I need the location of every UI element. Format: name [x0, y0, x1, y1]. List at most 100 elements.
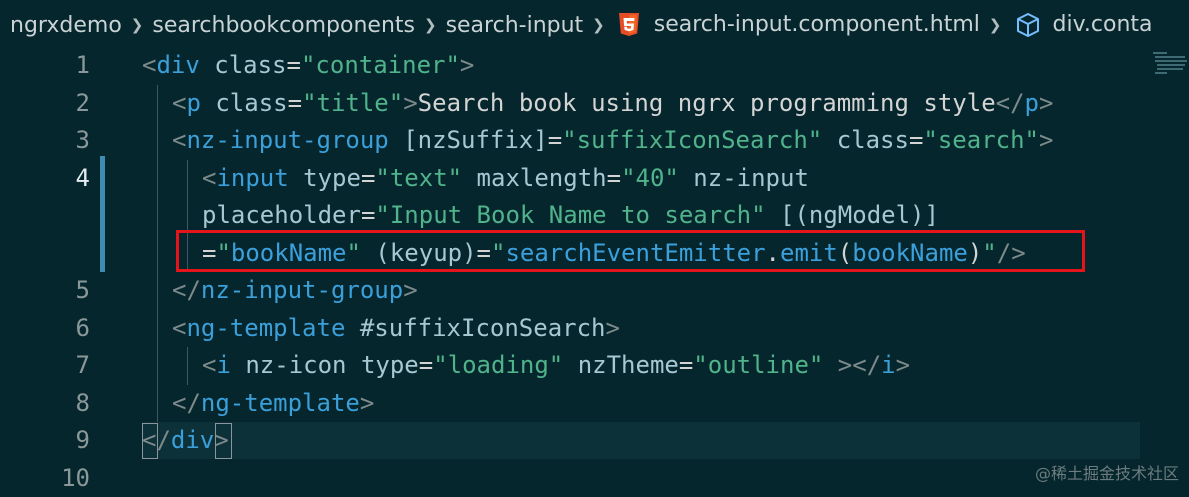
- code-token: >: [896, 351, 910, 379]
- code-line[interactable]: <div class="container">: [142, 47, 474, 85]
- code-token: [(ngModel)]: [766, 201, 939, 229]
- code-token: <: [172, 89, 186, 117]
- code-token: <: [172, 314, 186, 342]
- code-token: >: [606, 314, 620, 342]
- code-token: <: [202, 164, 216, 192]
- code-line[interactable]: <nz-input-group [nzSuffix]="suffixIconSe…: [172, 122, 1053, 160]
- code-line[interactable]: <p class="title">Search book using ngrx …: [172, 85, 1053, 123]
- highlight-annotation-box: [176, 230, 1085, 272]
- code-token: Search book using ngrx programming style: [418, 89, 996, 117]
- code-token: </: [996, 89, 1025, 117]
- code-token: "Input Book Name to search": [375, 201, 765, 229]
- code-line[interactable]: <ng-template #suffixIconSearch>: [172, 310, 620, 348]
- breadcrumb-label: search-input: [446, 13, 584, 38]
- minimap-line: [1155, 72, 1167, 74]
- code-token: </: [172, 276, 201, 304]
- code-token: =: [361, 164, 375, 192]
- code-token: "title": [302, 89, 403, 117]
- minimap-line: [1155, 56, 1185, 58]
- chevron-right-icon: ❯: [592, 16, 605, 34]
- breadcrumb-item[interactable]: search-input.component.html: [614, 12, 980, 38]
- breadcrumb-item[interactable]: searchbookcomponents: [152, 13, 415, 38]
- code-token: "search": [923, 126, 1039, 154]
- line-number-gutter: 12345678910: [0, 50, 100, 490]
- line-number: [0, 235, 90, 273]
- code-token: >: [460, 51, 474, 79]
- code-token: >: [403, 89, 417, 117]
- code-token: "outline": [693, 351, 823, 379]
- code-editor[interactable]: 12345678910 <div class="container"><p cl…: [0, 50, 1189, 490]
- code-token: placeholder: [202, 201, 361, 229]
- code-token: class: [200, 51, 287, 79]
- indent-guide: [187, 347, 188, 385]
- code-token: >: [403, 276, 417, 304]
- code-token: class: [201, 89, 288, 117]
- code-token: </: [172, 389, 201, 417]
- code-token: type: [289, 164, 361, 192]
- minimap-line: [1153, 52, 1167, 54]
- cube-icon: [1015, 12, 1041, 38]
- code-line[interactable]: <i nz-icon type="loading" nzTheme="outli…: [202, 347, 910, 385]
- indent-guide: [157, 85, 158, 423]
- minimap-line: [1155, 60, 1187, 62]
- code-line[interactable]: </nz-input-group>: [172, 272, 418, 310]
- line-number: 5: [0, 272, 90, 310]
- chevron-right-icon: ❯: [424, 16, 437, 34]
- code-token: <: [202, 351, 216, 379]
- code-token: nz-icon type: [231, 351, 419, 379]
- code-token: nzTheme: [563, 351, 679, 379]
- code-token: "suffixIconSearch": [562, 126, 822, 154]
- breadcrumb-item[interactable]: search-input: [446, 13, 584, 38]
- line-number: 9: [0, 422, 90, 460]
- matching-bracket-close: [215, 423, 232, 459]
- breadcrumb-label: div.conta: [1053, 12, 1153, 37]
- breadcrumb: ngrxdemo ❯ searchbookcomponents ❯ search-inp…: [0, 0, 1189, 50]
- code-line[interactable]: placeholder="Input Book Name to search" …: [202, 197, 939, 235]
- code-line[interactable]: </ng-template>: [172, 385, 374, 423]
- code-token: =: [419, 351, 433, 379]
- line-number: 3: [0, 122, 90, 160]
- code-token: "container": [301, 51, 460, 79]
- code-token: =: [287, 51, 301, 79]
- current-line-highlight: [142, 422, 1140, 459]
- html5-icon: [618, 12, 640, 38]
- code-token: ng-template: [201, 389, 360, 417]
- minimap-line: [1157, 64, 1185, 66]
- minimap[interactable]: [1150, 50, 1189, 90]
- code-token: ng-template: [186, 314, 345, 342]
- line-number: 1: [0, 47, 90, 85]
- code-token: class: [822, 126, 909, 154]
- chevron-right-icon: ❯: [131, 16, 144, 34]
- code-token: div: [171, 426, 214, 454]
- breadcrumb-item[interactable]: div.conta: [1011, 12, 1153, 38]
- code-token: #suffixIconSearch: [345, 314, 605, 342]
- line-number: 4: [0, 160, 90, 198]
- code-token: <: [172, 126, 186, 154]
- code-token: "text": [375, 164, 462, 192]
- code-token: nz-input: [679, 164, 809, 192]
- breadcrumb-label: search-input.component.html: [654, 12, 980, 37]
- code-token: nz-input-group: [186, 126, 388, 154]
- code-token: p: [1025, 89, 1039, 117]
- breadcrumb-item[interactable]: ngrxdemo: [10, 13, 122, 38]
- breadcrumb-label: ngrxdemo: [10, 13, 122, 38]
- line-number: 6: [0, 310, 90, 348]
- code-token: =: [909, 126, 923, 154]
- code-token: [nzSuffix]: [389, 126, 548, 154]
- code-token: nz-input-group: [201, 276, 403, 304]
- code-line[interactable]: <input type="text" maxlength="40" nz-inp…: [202, 160, 809, 198]
- line-number: 7: [0, 347, 90, 385]
- modified-lines-indicator[interactable]: [100, 156, 105, 272]
- code-token: =: [607, 164, 621, 192]
- code-token: =: [548, 126, 562, 154]
- line-number: 2: [0, 85, 90, 123]
- code-token: >: [1039, 126, 1053, 154]
- code-token: >: [1039, 89, 1053, 117]
- line-number: 8: [0, 385, 90, 423]
- code-token: >: [360, 389, 374, 417]
- code-token: i: [881, 351, 895, 379]
- code-token: input: [216, 164, 288, 192]
- code-token: =: [361, 201, 375, 229]
- watermark: @稀土掘金技术社区: [1035, 460, 1179, 484]
- line-number: 10: [0, 460, 90, 497]
